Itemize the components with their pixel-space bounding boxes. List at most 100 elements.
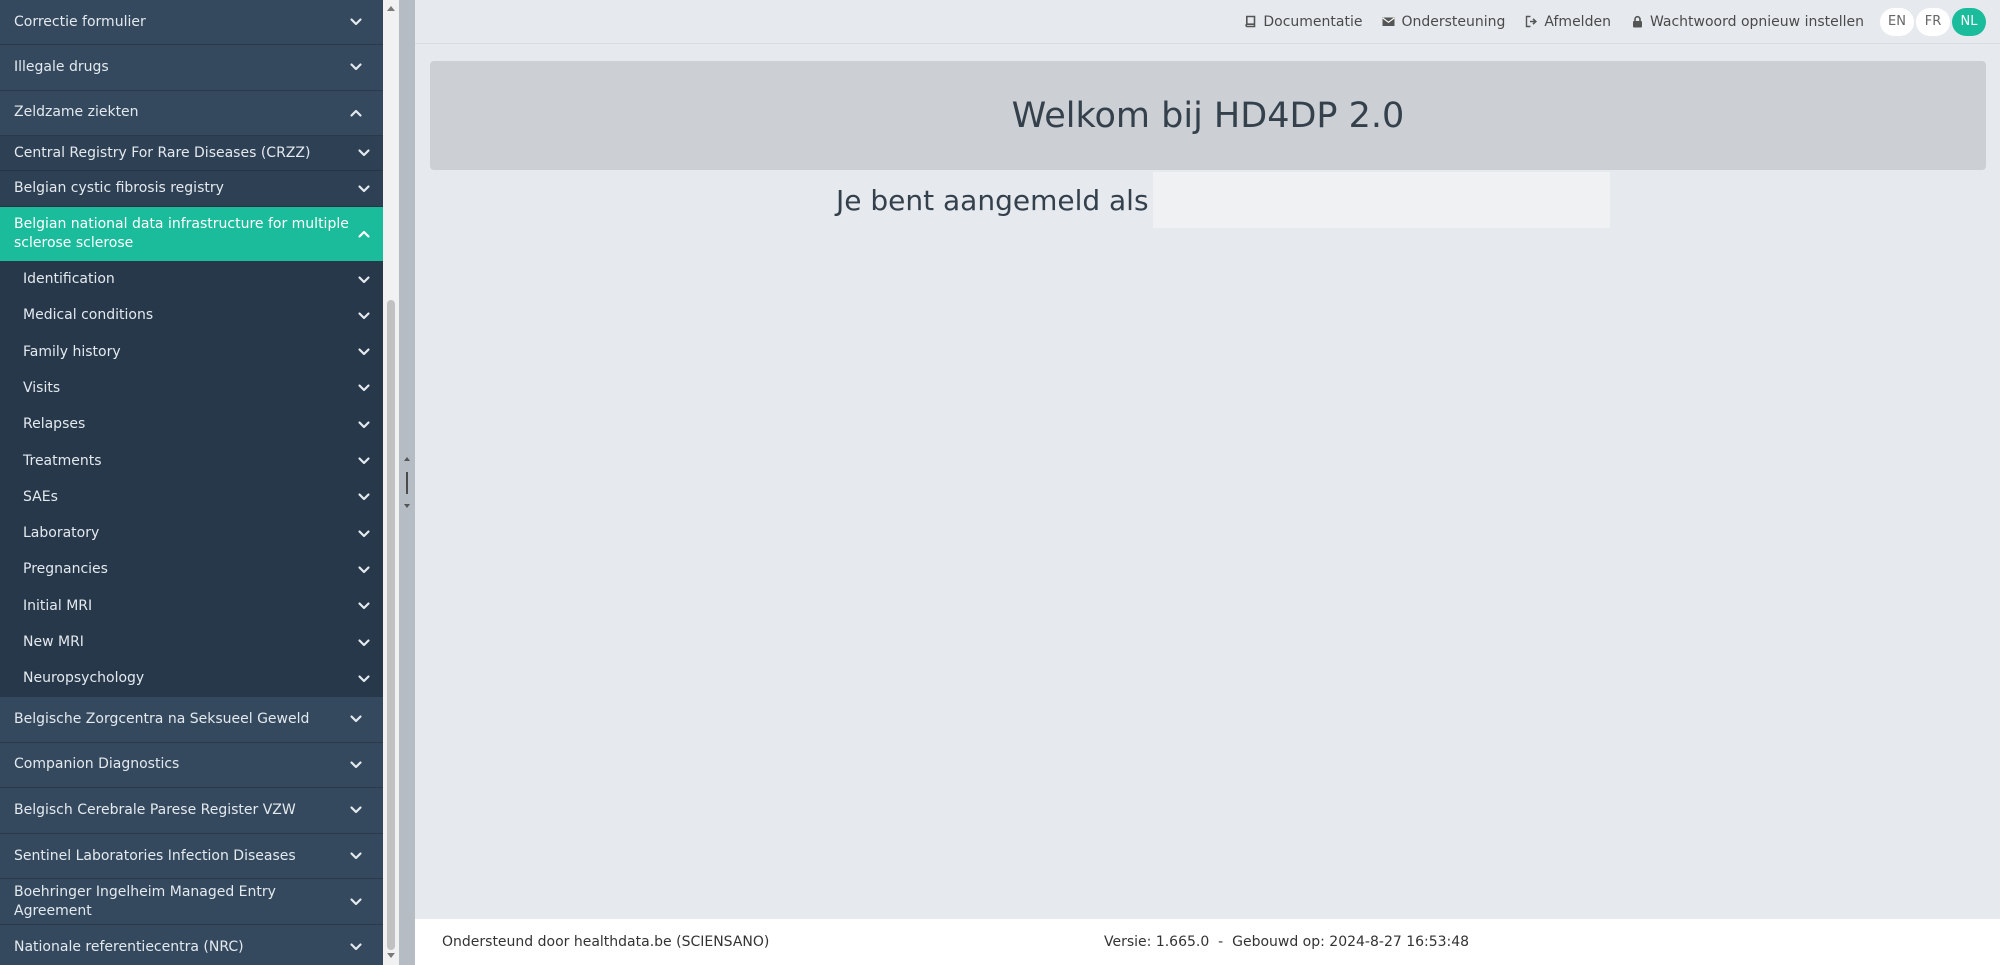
sidebar-item-label: Belgian cystic fibrosis registry: [14, 180, 224, 197]
sidebar-item-label: Boehringer Ingelheim Managed Entry Agree…: [14, 883, 276, 919]
logged-in-user: [1152, 172, 1610, 228]
sidebar-item-label: Belgian national data infrastructure for…: [14, 216, 349, 252]
chevron-down-icon: [357, 146, 371, 160]
sidebar-item-new-mri[interactable]: New MRI: [0, 624, 383, 661]
language-switcher: EN FR NL: [1878, 7, 1986, 36]
top-link-afmelden[interactable]: Afmelden: [1525, 14, 1611, 30]
sidebar-item-neuropsychology[interactable]: Neuropsychology: [0, 660, 383, 697]
language-fr-button[interactable]: FR: [1916, 7, 1950, 36]
logged-in-info: Je bent aangemeld als: [836, 172, 1610, 228]
sidebar-item-label: Treatments: [23, 452, 102, 469]
chevron-down-icon: [357, 381, 371, 395]
sidebar-item-nationale-referentiecentra-nrc[interactable]: Nationale referentiecentra (NRC): [0, 924, 383, 965]
sign-out-icon: [1525, 15, 1538, 28]
sidebar-item-label: Initial MRI: [23, 597, 93, 614]
chevron-down-icon: [357, 182, 371, 196]
sidebar-item-belgian-cystic-fibrosis-registry[interactable]: Belgian cystic fibrosis registry: [0, 171, 383, 208]
chevron-down-icon: [349, 803, 363, 817]
chevron-down-icon: [357, 490, 371, 504]
sidebar-item-label: Correctie formulier: [14, 13, 146, 30]
logged-in-label: Je bent aangemeld als: [836, 183, 1149, 217]
chevron-down-icon: [357, 454, 371, 468]
footer: Ondersteund door healthdata.be (SCIENSAN…: [415, 919, 2000, 965]
sidebar-item-correctie-formulier[interactable]: Correctie formulier: [0, 0, 383, 46]
sidebar-item-family-history[interactable]: Family history: [0, 333, 383, 371]
sidebar-item-label: Medical conditions: [23, 307, 154, 324]
language-nl-button[interactable]: NL: [1952, 7, 1986, 36]
chevron-down-icon: [357, 672, 371, 686]
splitter-grip[interactable]: [406, 472, 408, 494]
welcome-banner: Welkom bij HD4DP 2.0: [430, 61, 1986, 170]
chevron-down-icon: [349, 895, 363, 909]
sidebar-item-label: Nationale referentiecentra (NRC): [14, 938, 244, 955]
chevron-down-icon: [349, 758, 363, 772]
sidebar-item-belgisch-cerebrale-parese-register-vzw[interactable]: Belgisch Cerebrale Parese Register VZW: [0, 788, 383, 834]
scroll-thumb[interactable]: [387, 300, 395, 950]
sidebar-item-label: Family history: [23, 343, 121, 360]
sidebar-item-label: Laboratory: [23, 525, 100, 542]
footer-supported-by: Ondersteund door healthdata.be (SCIENSAN…: [442, 934, 770, 950]
sidebar-item-illegale-drugs[interactable]: Illegale drugs: [0, 45, 383, 91]
sidebar-item-belgian-national-data-infrastructure-for-multiple-sclerose-sclerose[interactable]: Belgian national data infrastructure for…: [0, 207, 383, 262]
sidebar-item-label: Belgische Zorgcentra na Seksueel Geweld: [14, 710, 310, 727]
scroll-up-arrow-icon[interactable]: [387, 6, 395, 11]
sidebar-item-relapses[interactable]: Relapses: [0, 406, 383, 443]
chevron-down-icon: [357, 599, 371, 613]
sidebar-item-medical-conditions[interactable]: Medical conditions: [0, 297, 383, 334]
chevron-down-icon: [357, 563, 371, 577]
top-links: Documentatie Ondersteuning Afmelden Wachtwo…: [1224, 14, 1864, 30]
sidebar-item-label: Zeldzame ziekten: [14, 104, 139, 121]
sidebar-item-label: Identification: [23, 271, 115, 288]
chevron-down-icon: [349, 15, 363, 29]
chevron-down-icon: [357, 636, 371, 650]
sidebar-item-label: Neuropsychology: [23, 670, 145, 687]
sidebar-item-label: Central Registry For Rare Diseases (CRZZ…: [14, 144, 311, 161]
chevron-down-icon: [357, 345, 371, 359]
top-link-label: Documentatie: [1263, 13, 1363, 30]
sidebar-item-laboratory[interactable]: Laboratory: [0, 515, 383, 552]
sidebar-item-belgische-zorgcentra-na-seksueel-geweld[interactable]: Belgische Zorgcentra na Seksueel Geweld: [0, 696, 383, 743]
panel-splitter[interactable]: [399, 0, 415, 965]
language-en-button[interactable]: EN: [1880, 7, 1914, 36]
top-link-label: Wachtwoord opnieuw instellen: [1649, 13, 1864, 30]
sidebar-item-identification[interactable]: Identification: [0, 261, 383, 298]
sidebar-item-zeldzame-ziekten[interactable]: Zeldzame ziekten: [0, 90, 383, 136]
sidebar-item-sentinel-laboratories-infection-diseases[interactable]: Sentinel Laboratories Infection Diseases: [0, 833, 383, 880]
chevron-down-icon: [349, 940, 363, 954]
sidebar-item-treatments[interactable]: Treatments: [0, 442, 383, 480]
scroll-down-arrow-icon[interactable]: [387, 953, 395, 958]
chevron-down-icon: [357, 418, 371, 432]
top-link-wachtwoord-opnieuw-instellen[interactable]: Wachtwoord opnieuw instellen: [1631, 14, 1864, 30]
footer-version: Versie: 1.665.0 - Gebouwd op: 2024-8-27 …: [1104, 934, 1470, 950]
collapse-left-icon[interactable]: [404, 457, 410, 461]
sidebar-item-boehringer-ingelheim-managed-entry-agreement[interactable]: Boehringer Ingelheim Managed Entry Agree…: [0, 879, 383, 925]
sidebar-item-label: Visits: [23, 379, 61, 396]
sidebar-scrollbar[interactable]: [383, 0, 399, 965]
sidebar-item-label: Belgisch Cerebrale Parese Register VZW: [14, 801, 296, 818]
top-link-label: Ondersteuning: [1401, 13, 1506, 30]
chevron-down-icon: [357, 273, 371, 287]
chevron-up-icon: [349, 106, 363, 120]
sidebar-item-companion-diagnostics[interactable]: Companion Diagnostics: [0, 742, 383, 789]
sidebar-item-pregnancies[interactable]: Pregnancies: [0, 551, 383, 589]
envelope-icon: [1382, 15, 1395, 28]
sidebar-item-label: New MRI: [23, 634, 84, 650]
sidebar-item-label: Illegale drugs: [14, 58, 109, 75]
sidebar-item-label: Relapses: [23, 416, 86, 433]
sidebar-item-label: Pregnancies: [23, 561, 108, 578]
expand-right-icon[interactable]: [404, 504, 410, 508]
sidebar-item-label: Companion Diagnostics: [14, 756, 180, 773]
welcome-title: Welkom bij HD4DP 2.0: [1011, 95, 1405, 136]
chevron-down-icon: [349, 712, 363, 726]
top-bar: Documentatie Ondersteuning Afmelden Wachtwo…: [415, 0, 2000, 44]
sidebar-item-saes[interactable]: SAEs: [0, 479, 383, 516]
chevron-down-icon: [357, 527, 371, 541]
sidebar-item-initial-mri[interactable]: Initial MRI: [0, 588, 383, 625]
sidebar-item-central-registry-for-rare-diseases-crzz[interactable]: Central Registry For Rare Diseases (CRZZ…: [0, 135, 383, 172]
top-link-ondersteuning[interactable]: Ondersteuning: [1382, 14, 1505, 30]
chevron-down-icon: [349, 849, 363, 863]
top-link-label: Afmelden: [1544, 13, 1611, 30]
sidebar-item-visits[interactable]: Visits: [0, 370, 383, 407]
sidebar: Correctie formulier Illegale drugs Zeldzam…: [0, 0, 383, 965]
top-link-documentatie[interactable]: Documentatie: [1244, 14, 1362, 30]
